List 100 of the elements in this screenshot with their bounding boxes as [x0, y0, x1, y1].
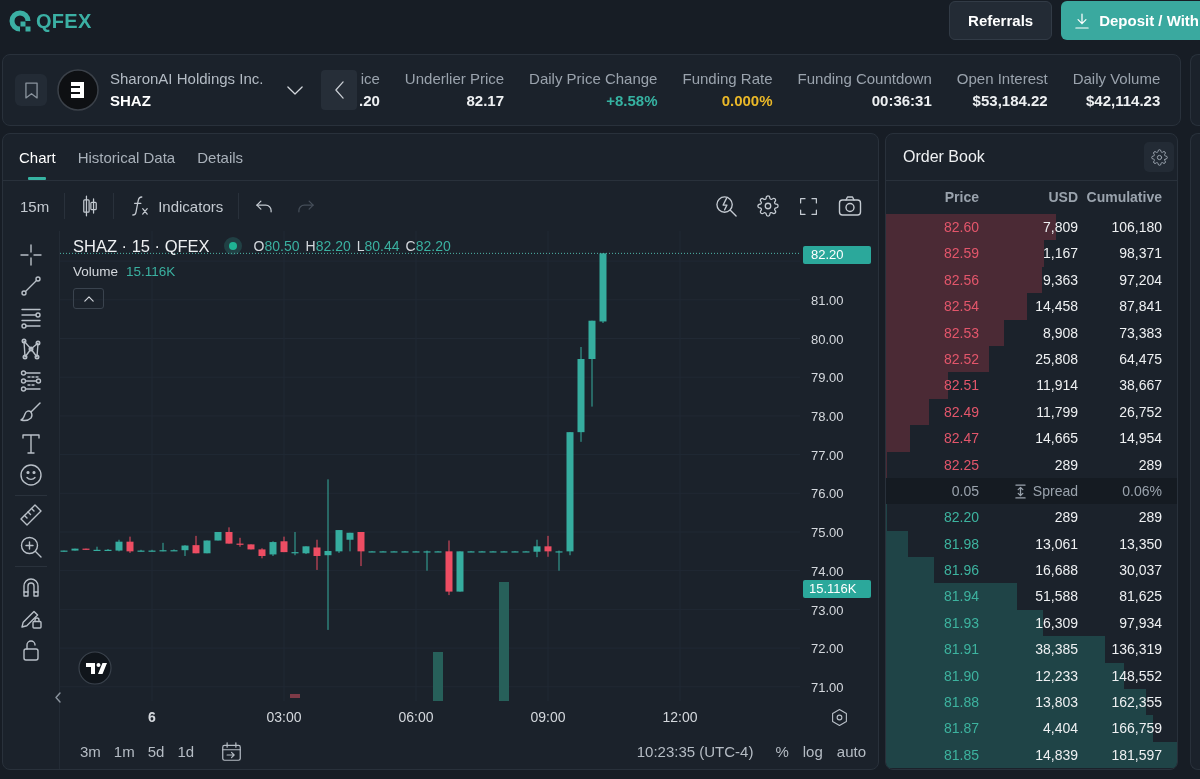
indicators-button[interactable]: Indicators — [131, 195, 224, 217]
undo-icon[interactable] — [256, 199, 273, 213]
price-cell-text: 82.25 — [942, 455, 979, 475]
candlestick — [555, 550, 563, 572]
bookmark-button[interactable] — [15, 74, 47, 106]
range-button[interactable]: 5d — [147, 742, 165, 760]
stat-value: $42,114.23 — [1085, 91, 1161, 111]
cumulative-cell-text: 289 — [1137, 508, 1162, 528]
symbol-title: SHAZ · 15 · QFEX — [73, 236, 210, 256]
ohlc-label: C — [405, 238, 416, 254]
order-row[interactable]: 82.25 289 289 — [886, 451, 1177, 478]
order-row[interactable]: 81.94 51,588 81,625 — [886, 583, 1177, 610]
candlestick — [489, 550, 497, 553]
fullscreen-icon[interactable] — [798, 195, 819, 217]
candlestick — [335, 529, 343, 554]
lightning-search-icon[interactable] — [715, 194, 738, 218]
calendar-icon[interactable] — [221, 740, 243, 762]
scroll-left-button[interactable] — [321, 70, 357, 110]
size-cell-text: 11,799 — [1035, 402, 1078, 422]
order-row[interactable]: 81.88 13,803 162,355 — [886, 689, 1177, 716]
order-row[interactable]: 82.56 9,363 97,204 — [886, 266, 1177, 294]
clock-text: 10:23:35 (UTC-4) — [636, 742, 754, 760]
settings-button[interactable] — [1144, 142, 1174, 172]
settings-icon[interactable] — [757, 195, 779, 217]
order-row[interactable]: 81.90 12,233 148,552 — [886, 662, 1177, 690]
text-tool-icon[interactable] — [19, 431, 43, 456]
order-row[interactable]: 82.20 289 289 — [886, 504, 1177, 531]
node-pattern-icon[interactable] — [19, 337, 43, 361]
referrals-button[interactable]: Referrals — [949, 1, 1053, 40]
interval-button[interactable]: 15m — [20, 197, 50, 215]
range-button[interactable]: 1m — [113, 742, 135, 760]
candlestick — [236, 537, 244, 548]
order-row[interactable]: 82.49 11,799 26,752 — [886, 398, 1177, 426]
stat-label: Daily Price Change — [529, 69, 658, 89]
candlestick — [258, 547, 266, 559]
cumulative-cell-text: 289 — [1137, 455, 1162, 475]
volume-badge: 15.116K — [803, 580, 871, 598]
size-cell-text: 14,665 — [1034, 429, 1078, 449]
spread-icon — [1014, 483, 1026, 499]
size-cell-text: 7,809 — [1041, 218, 1078, 237]
order-row[interactable]: 82.51 11,914 38,667 — [886, 372, 1177, 399]
candlestick — [203, 540, 211, 554]
order-row[interactable]: 82.59 1,167 98,371 — [886, 240, 1177, 267]
size-cell-text: 51,588 — [1034, 587, 1078, 607]
order-row[interactable]: 81.96 16,688 30,037 — [886, 557, 1177, 584]
candlestick — [214, 531, 222, 541]
chevron-left-icon[interactable] — [55, 692, 61, 703]
size-cell-text: 16,309 — [1034, 613, 1078, 633]
cumulative-cell-text: 81,625 — [1118, 587, 1162, 607]
settings-icon[interactable] — [829, 707, 849, 727]
order-row[interactable]: 82.47 14,665 14,954 — [886, 425, 1177, 452]
zoom-in-icon[interactable] — [19, 534, 43, 559]
order-row[interactable]: 82.60 7,809 106,180 — [886, 214, 1177, 241]
candlestick — [313, 539, 321, 571]
collapse-button[interactable] — [73, 288, 104, 309]
tab[interactable]: Chart — [19, 134, 56, 180]
scale-option[interactable]: log — [802, 742, 823, 760]
volume-label: Volume — [73, 263, 119, 279]
order-row[interactable]: 82.52 25,808 64,475 — [886, 345, 1177, 373]
volume-bar — [290, 694, 300, 698]
candlestick — [82, 548, 90, 551]
cumulative-cell-text: 181,597 — [1110, 745, 1162, 765]
trend-line-icon[interactable] — [19, 274, 43, 298]
chevron-down-icon[interactable] — [287, 85, 303, 95]
candlestick — [467, 550, 475, 553]
scale-option[interactable]: % — [775, 742, 789, 760]
brush-icon[interactable] — [19, 400, 43, 424]
spread-value: 0.05 — [950, 481, 979, 501]
candlestick — [544, 535, 552, 558]
ruler-icon[interactable] — [19, 503, 43, 527]
stat-label: Funding Countdown — [797, 69, 932, 89]
size-cell-text: 12,233 — [1034, 666, 1078, 686]
range-button[interactable]: 3m — [80, 742, 101, 760]
camera-icon[interactable] — [838, 195, 862, 217]
range-button[interactable]: 1d — [177, 742, 195, 760]
order-row[interactable]: 82.54 14,458 87,841 — [886, 293, 1177, 320]
order-row[interactable]: 82.53 8,908 73,383 — [886, 319, 1177, 346]
order-row[interactable]: 81.87 4,404 166,759 — [886, 715, 1177, 742]
tab[interactable]: Details — [197, 134, 244, 180]
chart-logo-icon[interactable] — [78, 651, 112, 685]
size-cell-text: 289 — [1053, 508, 1078, 528]
order-row[interactable]: 81.85 14,839 181,597 — [886, 741, 1177, 769]
ohlc-value: 82.20 — [415, 238, 451, 254]
size-cell-text: 11,914 — [1035, 376, 1078, 396]
smiley-icon[interactable] — [19, 463, 43, 487]
order-row[interactable]: 81.93 16,309 97,934 — [886, 609, 1177, 637]
price-label: 72.00 — [810, 641, 845, 657]
order-row[interactable]: 81.98 13,061 13,350 — [886, 530, 1177, 558]
candlestick — [247, 543, 255, 550]
size-cell-text: 1,167 — [1041, 244, 1078, 264]
crosshair-icon[interactable] — [19, 242, 43, 267]
order-row[interactable]: 81.91 38,385 136,319 — [886, 636, 1177, 663]
candlestick-icon[interactable] — [82, 195, 99, 217]
cumulative-cell-text: 106,180 — [1110, 218, 1162, 237]
level-lines-icon[interactable] — [19, 368, 43, 393]
candlestick — [280, 536, 288, 553]
tab[interactable]: Historical Data — [77, 134, 176, 180]
price-cell-text: 81.93 — [942, 613, 979, 633]
cumulative-cell-text: 38,667 — [1118, 376, 1162, 396]
scale-option[interactable]: auto — [836, 742, 866, 760]
